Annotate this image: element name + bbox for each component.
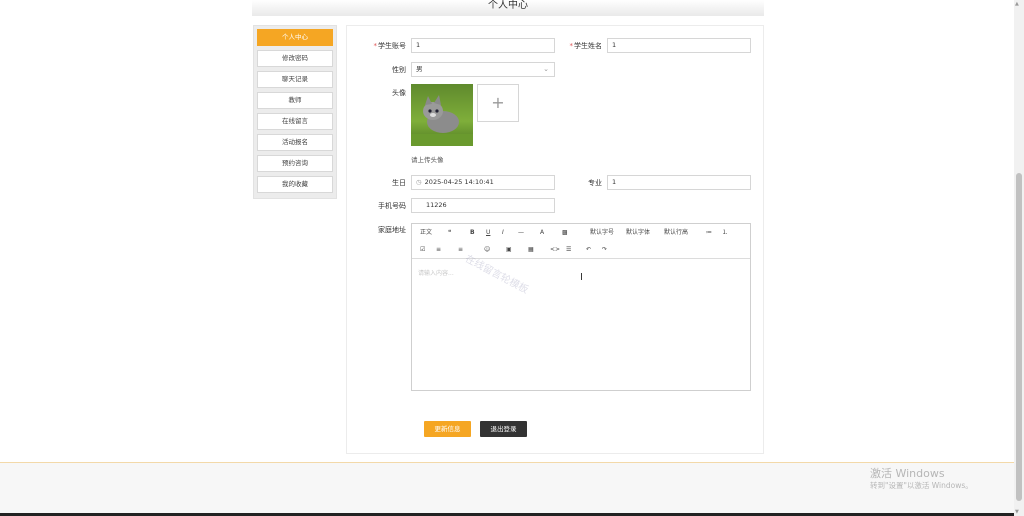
windows-activation-subtitle: 转到"设置"以激活 Windows。	[870, 481, 973, 490]
italic-icon[interactable]: I	[502, 229, 504, 237]
sidebar-item-chat-history[interactable]: 聊天记录	[257, 71, 333, 88]
editor-toolbar: 正文 ❝ B U I — A ▩ 默认字号 默认字体 默认行高 ≔ ⒈ ☑ ≡ …	[412, 224, 750, 259]
underline-icon[interactable]: U	[486, 229, 490, 237]
page-title: 个人中心	[252, 0, 764, 16]
sidebar: 个人中心 修改密码 聊天记录 教师 在线留言 活动报名 预约咨询 我的收藏	[253, 25, 337, 199]
gender-value: 男	[416, 65, 423, 73]
avatar-image[interactable]	[411, 84, 473, 146]
sidebar-item-profile[interactable]: 个人中心	[257, 29, 333, 46]
rich-text-editor[interactable]: 正文 ❝ B U I — A ▩ 默认字号 默认字体 默认行高 ≔ ⒈ ☑ ≡ …	[411, 223, 751, 391]
avatar-upload-button[interactable]: +	[477, 84, 519, 122]
sidebar-item-online-message[interactable]: 在线留言	[257, 113, 333, 130]
student-name-label: *学生姓名	[569, 42, 603, 50]
sidebar-item-favorites[interactable]: 我的收藏	[257, 176, 333, 193]
editor-placeholder: 请输入内容...	[418, 270, 454, 277]
avatar-label: 头像	[392, 89, 406, 97]
student-name-input[interactable]: 1	[607, 38, 751, 53]
major-input[interactable]: 1	[607, 175, 751, 190]
image-icon[interactable]: ▣	[506, 246, 512, 254]
student-no-input[interactable]: 1	[411, 38, 555, 53]
bullet-list-icon[interactable]: ≔	[706, 229, 712, 237]
sidebar-item-activity-signup[interactable]: 活动报名	[257, 134, 333, 151]
page-scrollbar[interactable]: ▲ ▼	[1014, 0, 1024, 516]
table-icon[interactable]: ▦	[528, 246, 534, 254]
font-color-icon[interactable]: A	[540, 229, 544, 237]
scroll-thumb[interactable]	[1016, 173, 1022, 501]
code-icon[interactable]: <>	[550, 246, 560, 254]
birthday-label: 生日	[392, 179, 406, 187]
sidebar-item-change-password[interactable]: 修改密码	[257, 50, 333, 67]
birthday-value: 2025-04-25 14:10:41	[424, 178, 494, 186]
text-cursor-icon: I	[580, 272, 583, 283]
update-info-button[interactable]: 更新信息	[424, 421, 471, 437]
quote-icon[interactable]: ❝	[448, 229, 451, 237]
avatar-hint: 请上传头像	[411, 156, 444, 164]
sidebar-item-appointment[interactable]: 预约咨询	[257, 155, 333, 172]
emoji-icon[interactable]: ☺	[484, 246, 490, 254]
font-family-select[interactable]: 默认字体	[626, 229, 650, 237]
numbered-list-icon[interactable]: ⒈	[722, 229, 728, 237]
justify-icon[interactable]: ≡	[436, 246, 441, 254]
paragraph-format-select[interactable]: 正文	[420, 229, 432, 237]
font-size-select[interactable]: 默认字号	[590, 229, 614, 237]
footer	[0, 463, 1014, 516]
indent-icon[interactable]: ≡	[458, 246, 463, 254]
phone-label: 手机号码	[378, 202, 406, 210]
phone-input[interactable]: 11226	[411, 198, 555, 213]
background-color-icon[interactable]: ▩	[562, 229, 568, 237]
gender-select[interactable]: 男 ⌄	[411, 62, 555, 77]
birthday-picker[interactable]: ◷ 2025-04-25 14:10:41	[411, 175, 555, 190]
bold-icon[interactable]: B	[470, 229, 475, 237]
divider-icon[interactable]: ☰	[566, 246, 571, 254]
address-label: 家庭地址	[378, 226, 406, 234]
undo-icon[interactable]: ↶	[586, 246, 591, 254]
windows-activation-title: 激活 Windows	[870, 467, 945, 480]
logout-button[interactable]: 退出登录	[480, 421, 527, 437]
plus-icon: +	[491, 93, 505, 112]
scroll-up-icon[interactable]: ▲	[1015, 1, 1019, 7]
sidebar-item-teacher[interactable]: 教师	[257, 92, 333, 109]
todo-icon[interactable]: ☑	[420, 246, 425, 254]
redo-icon[interactable]: ↷	[602, 246, 607, 254]
more-text-icon[interactable]: —	[518, 229, 524, 237]
gender-label: 性别	[392, 66, 406, 74]
line-height-select[interactable]: 默认行高	[664, 229, 688, 237]
chevron-down-icon: ⌄	[543, 65, 549, 73]
major-label: 专业	[588, 179, 602, 187]
student-no-label: *学生账号	[373, 42, 407, 50]
clock-icon: ◷	[416, 178, 422, 186]
scroll-down-icon[interactable]: ▼	[1015, 509, 1019, 515]
